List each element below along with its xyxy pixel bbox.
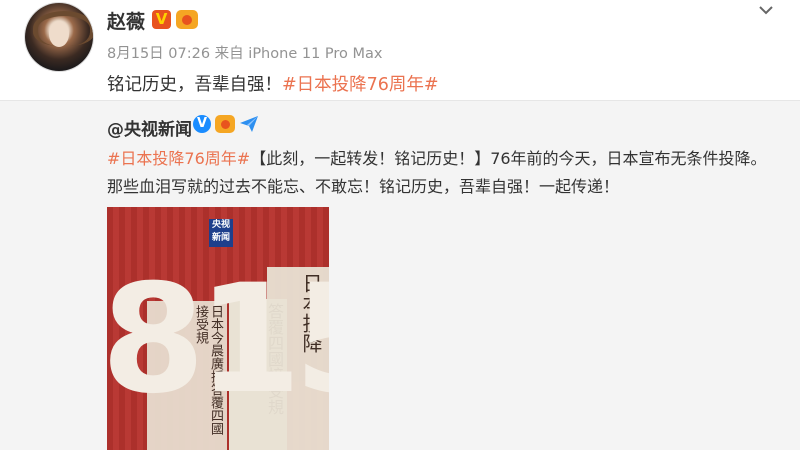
post-meta: 8月15日 07:26 来自 iPhone 11 Pro Max <box>107 46 383 62</box>
cctv-news-logo: 央视新闻 <box>209 219 233 247</box>
post-text: 铭记历史，吾辈自强！#日本投降76周年# <box>107 71 439 96</box>
hashtag-link[interactable]: #日本投降76周年# <box>282 75 439 95</box>
post-body: 铭记历史，吾辈自强！ <box>107 75 282 95</box>
avatar-face <box>49 21 69 47</box>
chevron-down-icon[interactable] <box>758 2 774 18</box>
crown-icon <box>176 10 198 29</box>
crown-icon <box>215 115 235 133</box>
repost-hashtag-link[interactable]: #日本投降76周年# <box>107 149 250 168</box>
repost-image[interactable]: 日本今晨廣播答覆四國接受規 答覆四國接受規 日本投降 815 央视新闻 <box>107 207 329 450</box>
poster-number: 815 <box>107 253 329 427</box>
repost-text: #日本投降76周年#【此刻，一起转发！铭记历史！】76年前的今天，日本宣布无条件… <box>107 145 779 201</box>
repost-card[interactable]: @央视新闻 V #日本投降76周年#【此刻，一起转发！铭记历史！】76年前的今天… <box>0 100 800 450</box>
username[interactable]: 赵薇 <box>107 7 145 34</box>
user-avatar[interactable] <box>25 3 93 71</box>
paper-plane-icon <box>240 116 258 132</box>
verified-v-icon: V <box>152 10 171 29</box>
source-name[interactable]: @央视新闻 <box>107 115 192 140</box>
verified-v-icon: V <box>193 115 211 133</box>
